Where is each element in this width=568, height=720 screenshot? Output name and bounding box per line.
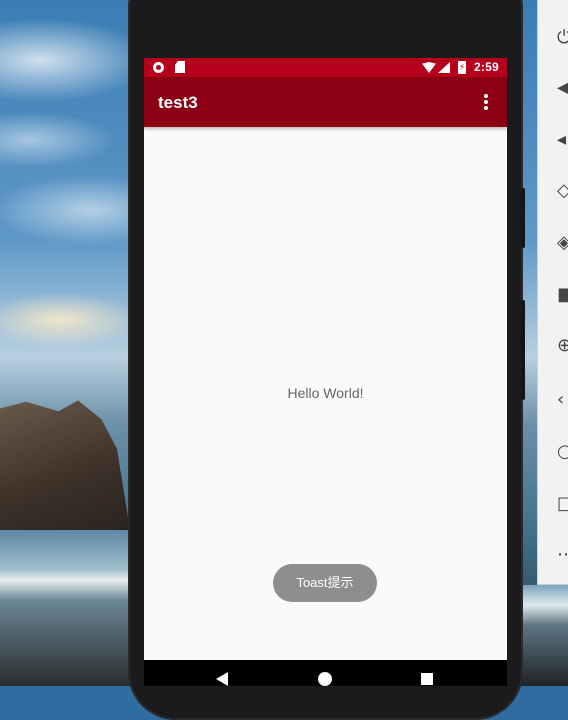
home-icon[interactable]: ○ [557, 442, 568, 462]
navigation-bar [144, 660, 507, 686]
device-screen: 2:59 test3 Hello World! Toast提示 [144, 58, 507, 686]
sd-card-icon [175, 61, 185, 73]
volume-down-icon[interactable]: ◂ [557, 130, 568, 150]
wallpaper-sea-right [520, 585, 568, 686]
wallpaper-sea [0, 530, 140, 686]
app-bar: test3 [144, 77, 507, 127]
more-icon[interactable]: ⋯ [557, 545, 568, 565]
zoom-icon[interactable]: ⊕ [557, 336, 568, 356]
overview-icon[interactable]: □ [557, 494, 568, 514]
status-time: 2:59 [474, 60, 499, 74]
power-icon[interactable]: ⏻ [557, 28, 568, 48]
wifi-icon [422, 62, 436, 73]
volume-up-icon[interactable]: ◀ [557, 78, 568, 98]
hello-text: Hello World! [287, 385, 364, 401]
camera-icon[interactable]: ■ [557, 285, 568, 305]
home-icon[interactable] [318, 672, 332, 686]
back-icon[interactable] [216, 672, 228, 686]
rotate-left-icon[interactable]: ◇ [557, 181, 568, 201]
recents-icon[interactable] [421, 673, 433, 685]
battery-charging-icon [458, 60, 466, 74]
rotate-right-icon[interactable]: ◈ [557, 233, 568, 253]
signal-icon [438, 62, 450, 73]
back-icon[interactable]: ‹ [557, 390, 568, 410]
device-power-button [521, 188, 525, 248]
status-bar: 2:59 [144, 58, 507, 77]
overflow-menu-icon[interactable] [482, 94, 490, 112]
toast-message: Toast提示 [273, 564, 377, 602]
device-volume-button [521, 300, 525, 400]
screen-record-icon [153, 62, 164, 73]
app-title: test3 [158, 93, 198, 112]
emulator-toolbar: ⏻ ◀ ◂ ◇ ◈ ■ ⊕ ‹ ○ □ ⋯ [537, 0, 568, 585]
